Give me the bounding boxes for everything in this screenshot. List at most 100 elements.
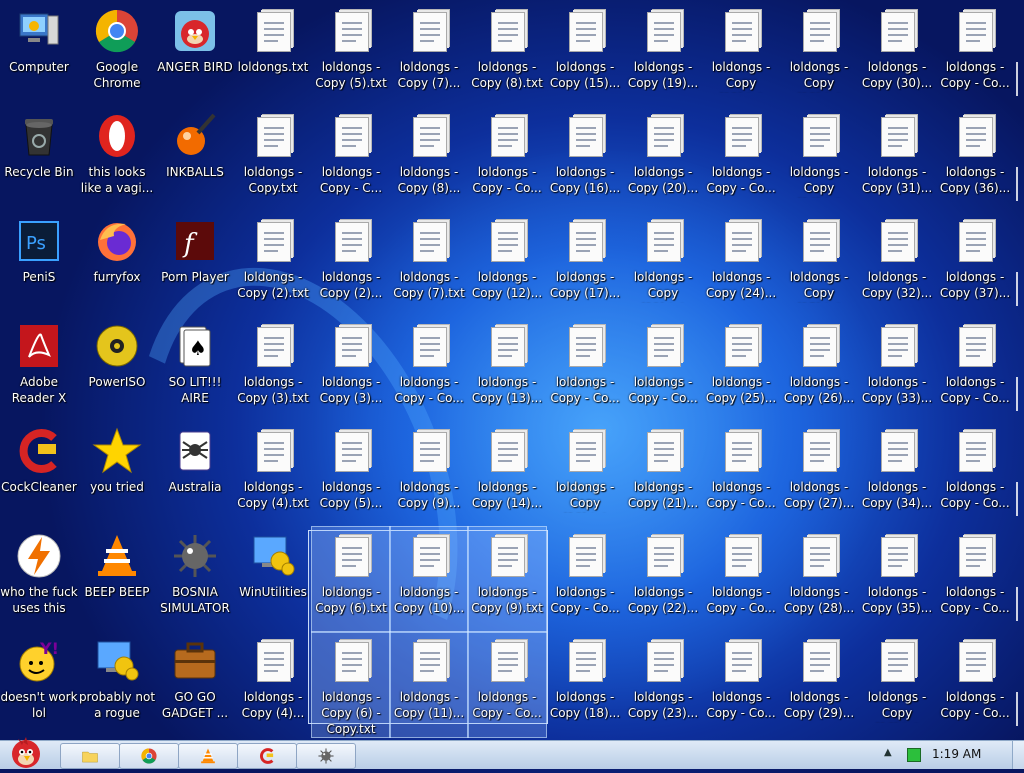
desktop[interactable]: Computer Google Chrome ANGER BIRD Recycle B… <box>0 0 1024 740</box>
desktop-file-icon[interactable]: loldongs - Copy (36)... <box>936 107 1014 212</box>
desktop-shortcut[interactable]: probably not a rogue <box>78 632 156 737</box>
taskbar-button-folder[interactable] <box>60 743 120 769</box>
desktop-file-icon[interactable]: loldongs - Copy (15)... <box>546 2 624 107</box>
desktop-file-icon[interactable]: loldongs - Copy (12)... <box>468 212 546 317</box>
show-desktop-button[interactable] <box>1012 741 1024 769</box>
desktop-file-icon[interactable]: loldongs - Copy (3)... <box>312 317 390 422</box>
desktop-file-icon[interactable]: loldongs - Copy (35)... <box>858 527 936 632</box>
desktop-file-icon[interactable]: loldongs - Copy (31)... <box>858 107 936 212</box>
desktop-file-icon[interactable]: loldongs - Copy (22)... <box>624 527 702 632</box>
desktop-shortcut[interactable]: BOSNIA SIMULATOR <box>156 527 234 632</box>
desktop-file-icon[interactable]: loldongs - Copy (30)... <box>858 2 936 107</box>
desktop-file-icon[interactable]: loldongs - Copy (28)... <box>780 527 858 632</box>
desktop-shortcut[interactable]: Google Chrome <box>78 2 156 107</box>
desktop-shortcut[interactable]: Recycle Bin <box>0 107 78 212</box>
taskbar-button-ccleaner[interactable] <box>237 743 297 769</box>
desktop-shortcut[interactable]: Adobe Reader X <box>0 317 78 422</box>
desktop-file-icon[interactable]: loldongs - Copy - Co... <box>702 422 780 527</box>
desktop-shortcut[interactable]: GO GO GADGET ... <box>156 632 234 737</box>
desktop-shortcut[interactable]: f Porn Player <box>156 212 234 317</box>
desktop-file-icon[interactable]: loldongs - Copy (2)... <box>312 212 390 317</box>
desktop-file-icon[interactable]: loldongs - Copy - Co... <box>936 2 1014 107</box>
taskbar-button-chrome[interactable] <box>119 743 179 769</box>
desktop-file-icon[interactable]: loldongs - Copy (10)... <box>389 526 469 633</box>
offscreen-file-icon[interactable] <box>1016 62 1024 96</box>
desktop-file-icon[interactable]: loldongs - Copy - Co... <box>546 527 624 632</box>
desktop-file-icon[interactable]: loldongs - Copy (8).txt <box>468 2 546 107</box>
desktop-file-icon[interactable]: loldongs - Copy (6) - Copy.txt <box>311 631 391 738</box>
desktop-file-icon[interactable]: loldongs - Copy (3).txt <box>234 317 312 422</box>
desktop-file-icon[interactable]: loldongs - Copy (2).txt <box>234 212 312 317</box>
desktop-file-icon[interactable]: loldongs - Copy (17)... <box>546 212 624 317</box>
desktop-file-icon[interactable]: loldongs - Copy (8)... <box>390 107 468 212</box>
taskbar-button-vlc[interactable] <box>178 743 238 769</box>
desktop-file-icon[interactable]: loldongs - Copy (26)... <box>780 317 858 422</box>
desktop-file-icon[interactable]: loldongs - Copy (4).txt <box>234 422 312 527</box>
desktop-file-icon[interactable]: loldongs - Copy (5)... <box>312 422 390 527</box>
desktop-file-icon[interactable]: loldongs - Copy (21)... <box>624 422 702 527</box>
desktop-shortcut[interactable]: Ps PeniS <box>0 212 78 317</box>
desktop-file-icon[interactable]: loldongs - Copy (11).txt <box>624 212 702 317</box>
desktop-file-icon[interactable]: loldongs - Copy - Co... <box>624 317 702 422</box>
desktop-file-icon[interactable]: loldongs - Copy (13).txt <box>780 2 858 107</box>
desktop-file-icon[interactable]: loldongs - Copy.txt <box>234 107 312 212</box>
desktop-file-icon[interactable]: loldongs - Copy - Co... <box>936 632 1014 737</box>
offscreen-file-icon[interactable] <box>1016 272 1024 306</box>
desktop-file-icon[interactable]: loldongs - Copy (32)... <box>858 212 936 317</box>
desktop-file-icon[interactable]: loldongs - Copy (6).txt <box>311 526 391 633</box>
network-tray-icon[interactable] <box>907 748 921 762</box>
desktop-file-icon[interactable]: loldongs - Copy (5).txt <box>312 2 390 107</box>
desktop-file-icon[interactable]: loldongs - Copy (27)... <box>780 422 858 527</box>
desktop-shortcut[interactable]: Y! doesn't work lol <box>0 632 78 737</box>
desktop-file-icon[interactable]: loldongs - Copy (9)... <box>390 422 468 527</box>
desktop-file-icon[interactable]: loldongs.txt <box>234 2 312 107</box>
desktop-file-icon[interactable]: loldongs - Copy (9).txt <box>467 526 547 633</box>
desktop-file-icon[interactable]: loldongs - Copy (24)... <box>702 212 780 317</box>
desktop-file-icon[interactable]: loldongs - Copy (25)... <box>702 317 780 422</box>
desktop-file-icon[interactable]: loldongs - Copy (13)... <box>468 317 546 422</box>
offscreen-file-icon[interactable] <box>1016 167 1024 201</box>
desktop-file-icon[interactable]: loldongs - Copy (37)... <box>936 212 1014 317</box>
desktop-shortcut[interactable]: Computer <box>0 2 78 107</box>
desktop-file-icon[interactable]: loldongs - Copy (14)... <box>468 422 546 527</box>
desktop-file-icon[interactable]: loldongs - Copy - Co... <box>936 422 1014 527</box>
desktop-file-icon[interactable]: loldongs - Copy (7).txt <box>390 212 468 317</box>
desktop-file-icon[interactable]: loldongs - Copy - Co... <box>467 631 547 738</box>
desktop-file-icon[interactable]: loldongs - Copy (19)... <box>624 2 702 107</box>
desktop-shortcut[interactable]: WinUtilities <box>234 527 312 632</box>
desktop-file-icon[interactable]: loldongs - Copy - Co... <box>936 527 1014 632</box>
offscreen-file-icon[interactable] <box>1016 482 1024 516</box>
desktop-shortcut[interactable]: BEEP BEEP <box>78 527 156 632</box>
desktop-file-icon[interactable]: loldongs - Copy - Co... <box>702 632 780 737</box>
desktop-file-icon[interactable]: loldongs - Copy - C... <box>312 107 390 212</box>
desktop-shortcut[interactable]: PowerISO <box>78 317 156 422</box>
offscreen-file-icon[interactable] <box>1016 692 1024 726</box>
desktop-file-icon[interactable]: loldongs - Copy - Co... <box>468 107 546 212</box>
desktop-shortcut[interactable]: ANGER BIRD <box>156 2 234 107</box>
desktop-shortcut[interactable]: ♠ SO LIT!!! AIRE <box>156 317 234 422</box>
taskbar-clock[interactable]: 1:19 AM <box>932 747 981 761</box>
desktop-shortcut[interactable]: this looks like a vagi... <box>78 107 156 212</box>
desktop-file-icon[interactable]: loldongs - Copy - Co... <box>702 527 780 632</box>
taskbar-button-minesweeper[interactable] <box>296 743 356 769</box>
tray-overflow-icon[interactable]: ▲ <box>884 747 892 758</box>
desktop-file-icon[interactable]: loldongs - Copy (15).txt <box>780 212 858 317</box>
offscreen-file-icon[interactable] <box>1016 587 1024 621</box>
desktop-file-icon[interactable]: loldongs - Copy (11)... <box>389 631 469 738</box>
offscreen-file-icon[interactable] <box>1016 377 1024 411</box>
desktop-file-icon[interactable]: loldongs - Copy (16)... <box>546 107 624 212</box>
desktop-file-icon[interactable]: loldongs - Copy (29)... <box>780 632 858 737</box>
desktop-file-icon[interactable]: loldongs - Copy (14).txt <box>780 107 858 212</box>
start-button[interactable] <box>4 735 48 769</box>
desktop-shortcut[interactable]: Australia <box>156 422 234 527</box>
desktop-file-icon[interactable]: loldongs - Copy (12).txt <box>702 2 780 107</box>
desktop-file-icon[interactable]: loldongs - Copy (7)... <box>390 2 468 107</box>
desktop-file-icon[interactable]: loldongs - Copy - Co... <box>936 317 1014 422</box>
desktop-shortcut[interactable]: furryfox <box>78 212 156 317</box>
desktop-file-icon[interactable]: loldongs - Copy (18)... <box>546 632 624 737</box>
desktop-file-icon[interactable]: loldongs - Copy (10).txt <box>546 422 624 527</box>
desktop-file-icon[interactable]: loldongs - Copy (16).txt <box>858 632 936 737</box>
desktop-shortcut[interactable]: you tried <box>78 422 156 527</box>
desktop-shortcut[interactable]: who the fuck uses this <box>0 527 78 632</box>
desktop-file-icon[interactable]: loldongs - Copy (23)... <box>624 632 702 737</box>
